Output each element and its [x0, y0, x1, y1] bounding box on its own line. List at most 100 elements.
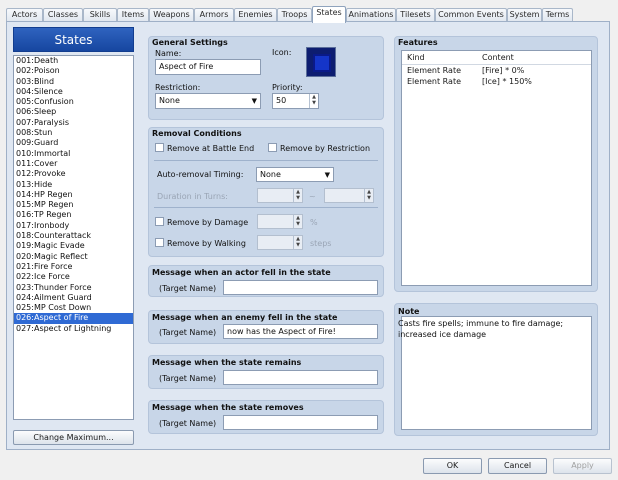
list-item[interactable]: 016:TP Regen [14, 210, 133, 220]
list-item[interactable]: 011:Cover [14, 159, 133, 169]
list-item[interactable]: 023:Thunder Force [14, 283, 133, 293]
list-item[interactable]: 017:Ironbody [14, 221, 133, 231]
table-row[interactable]: Element Rate [Fire] * 0% [402, 65, 591, 76]
list-item[interactable]: 001:Death [14, 56, 133, 66]
tab-weapons[interactable]: Weapons [149, 8, 194, 22]
feature-kind: Element Rate [407, 77, 462, 86]
message-enemy-title: Message when an enemy fell in the state [152, 313, 338, 322]
cancel-button[interactable]: Cancel [488, 458, 547, 474]
list-item[interactable]: 020:Magic Reflect [14, 252, 133, 262]
priority-stepper[interactable]: 50 ▲ ▼ [272, 93, 319, 109]
message-removes-target: (Target Name) [159, 419, 217, 428]
duration-min-stepper[interactable]: ▲ ▼ [257, 188, 303, 203]
list-item[interactable]: 024:Ailment Guard [14, 293, 133, 303]
restriction-label: Restriction: [155, 83, 201, 92]
restriction-dropdown[interactable]: None ▼ [155, 93, 261, 109]
list-item[interactable]: 007:Paralysis [14, 118, 133, 128]
list-item[interactable]: 003:Blind [14, 77, 133, 87]
list-item[interactable]: 025:MP Cost Down [14, 303, 133, 313]
divider [154, 207, 378, 208]
message-removes-title: Message when the state removes [152, 403, 304, 412]
ok-button[interactable]: OK [423, 458, 482, 474]
list-item[interactable]: 005:Confusion [14, 97, 133, 107]
message-removes-input[interactable] [223, 415, 378, 430]
removal-conditions-title: Removal Conditions [152, 129, 242, 138]
walking-unit: steps [310, 239, 332, 248]
list-item[interactable]: 018:Counterattack [14, 231, 133, 241]
list-item[interactable]: 019:Magic Evade [14, 241, 133, 251]
auto-removal-timing-value: None [260, 170, 281, 179]
remove-battle-end-label: Remove at Battle End [167, 144, 255, 153]
features-table[interactable]: Kind Content Element Rate [Fire] * 0% El… [401, 50, 592, 286]
name-input[interactable]: Aspect of Fire [155, 59, 261, 75]
feature-kind: Element Rate [407, 66, 462, 75]
chevron-down-icon: ▼ [324, 171, 330, 179]
states-list[interactable]: 001:Death 002:Poison 003:Blind 004:Silence 0… [13, 55, 134, 420]
tab-troops[interactable]: Troops [277, 8, 312, 22]
list-item[interactable]: 021:Fire Force [14, 262, 133, 272]
message-actor-title: Message when an actor fell in the state [152, 268, 331, 277]
tab-items[interactable]: Items [117, 8, 149, 22]
list-item[interactable]: 027:Aspect of Lightning [14, 324, 133, 334]
remove-by-walking-checkbox[interactable] [155, 238, 164, 247]
duration-max-stepper[interactable]: ▲ ▼ [324, 188, 374, 203]
remove-by-walking-label: Remove by Walking [167, 239, 246, 248]
state-icon-picker[interactable] [306, 47, 336, 77]
remove-restriction-label: Remove by Restriction [280, 144, 371, 153]
tab-common-events[interactable]: Common Events [435, 8, 507, 22]
list-item[interactable]: 004:Silence [14, 87, 133, 97]
tab-skills[interactable]: Skills [83, 8, 117, 22]
name-label: Name: [155, 49, 182, 58]
tab-armors[interactable]: Armors [194, 8, 234, 22]
apply-button[interactable]: Apply [553, 458, 612, 474]
tab-animations[interactable]: Animations [346, 8, 396, 22]
auto-removal-timing-dropdown[interactable]: None ▼ [256, 167, 334, 182]
duration-separator: ~ [309, 192, 316, 201]
message-actor-input[interactable] [223, 280, 378, 295]
list-item[interactable]: 026:Aspect of Fire [14, 313, 133, 324]
icon-label: Icon: [272, 48, 292, 57]
features-table-header: Kind Content [402, 51, 591, 65]
list-item[interactable]: 013:Hide [14, 180, 133, 190]
list-item[interactable]: 014:HP Regen [14, 190, 133, 200]
tab-system[interactable]: System [507, 8, 542, 22]
damage-unit: % [310, 218, 318, 227]
table-row[interactable]: Element Rate [Ice] * 150% [402, 76, 591, 87]
spinner-arrows-icon: ▲ ▼ [293, 215, 302, 228]
damage-percent-stepper[interactable]: ▲ ▼ [257, 214, 303, 229]
tab-enemies[interactable]: Enemies [234, 8, 277, 22]
message-enemy-input[interactable]: now has the Aspect of Fire! [223, 324, 378, 339]
spinner-arrows-icon: ▲ ▼ [293, 189, 302, 202]
list-item[interactable]: 015:MP Regen [14, 200, 133, 210]
remove-restriction-checkbox[interactable] [268, 143, 277, 152]
list-item[interactable]: 012:Provoke [14, 169, 133, 179]
tab-tilesets[interactable]: Tilesets [396, 8, 435, 22]
spinner-arrows-icon[interactable]: ▲ ▼ [309, 94, 318, 108]
chevron-down-icon: ▼ [251, 97, 257, 105]
message-remains-input[interactable] [223, 370, 378, 385]
walking-steps-stepper[interactable]: ▲ ▼ [257, 235, 303, 250]
list-item[interactable]: 009:Guard [14, 138, 133, 148]
tab-bar: Actors Classes Skills Items Weapons Armo… [6, 6, 610, 23]
tab-states[interactable]: States [312, 6, 346, 23]
change-maximum-button[interactable]: Change Maximum... [13, 430, 134, 445]
remove-by-damage-label: Remove by Damage [167, 218, 249, 227]
message-enemy-target: (Target Name) [159, 328, 217, 337]
note-text: Casts fire spells; immune to fire damage… [398, 319, 564, 339]
list-item[interactable]: 006:Sleep [14, 107, 133, 117]
tab-classes[interactable]: Classes [43, 8, 83, 22]
spinner-arrows-icon: ▲ ▼ [364, 189, 373, 202]
remove-by-damage-checkbox[interactable] [155, 217, 164, 226]
list-item[interactable]: 022:Ice Force [14, 272, 133, 282]
priority-value: 50 [276, 96, 287, 105]
tab-actors[interactable]: Actors [6, 8, 43, 22]
list-item[interactable]: 010:Immortal [14, 149, 133, 159]
feature-content: [Ice] * 150% [482, 77, 532, 86]
list-item[interactable]: 002:Poison [14, 66, 133, 76]
feature-content: [Fire] * 0% [482, 66, 525, 75]
remove-battle-end-checkbox[interactable] [155, 143, 164, 152]
duration-label: Duration in Turns: [157, 192, 228, 201]
list-item[interactable]: 008:Stun [14, 128, 133, 138]
tab-terms[interactable]: Terms [542, 8, 573, 22]
spinner-arrows-icon: ▲ ▼ [293, 236, 302, 249]
